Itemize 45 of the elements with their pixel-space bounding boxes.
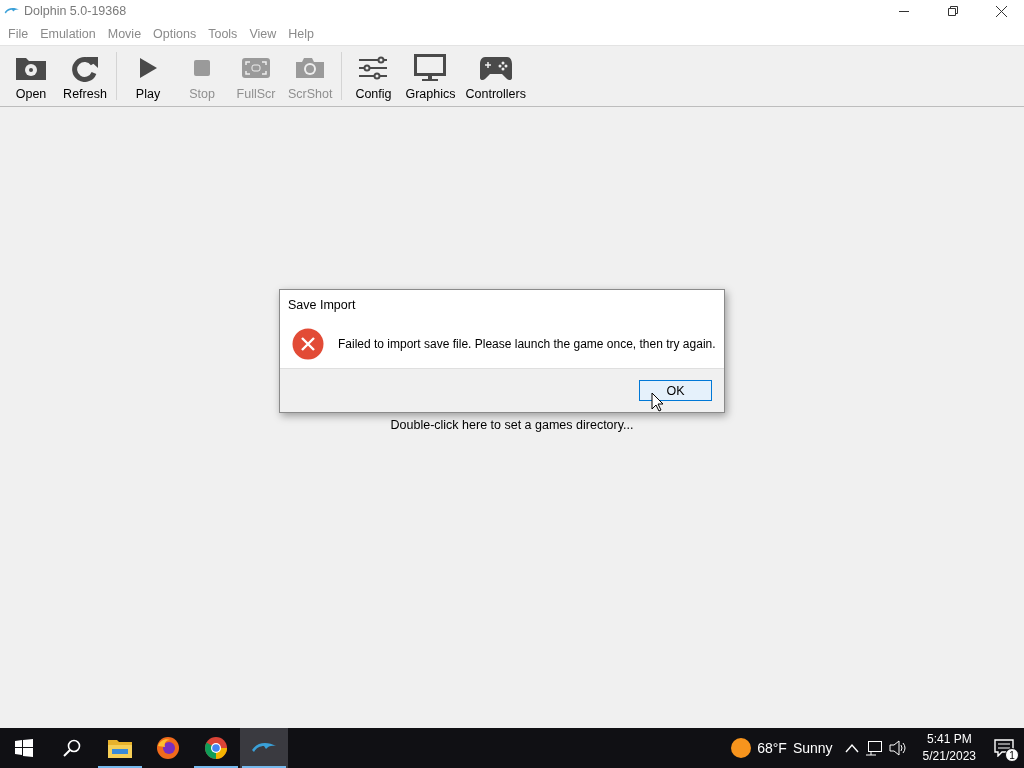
window-title: Dolphin 5.0-19368	[24, 4, 127, 18]
menu-item[interactable]: Tools	[202, 26, 244, 41]
weather-condition: Sunny	[792, 740, 833, 756]
fullscreen-icon	[241, 57, 271, 79]
notifications-button[interactable]: 1	[984, 728, 1024, 768]
close-icon	[996, 5, 1007, 17]
chevron-up-icon[interactable]	[844, 743, 859, 753]
restore-icon	[947, 6, 958, 16]
toolbar-button[interactable]: Config	[346, 46, 401, 106]
network-icon[interactable]	[864, 740, 883, 756]
camera-icon	[295, 57, 326, 79]
windows-logo-icon	[15, 739, 33, 757]
toolbar-button[interactable]: Refresh	[58, 46, 112, 106]
toolbar-button[interactable]: Controllers	[460, 46, 531, 106]
stop-icon	[193, 59, 211, 77]
sliders-icon	[358, 56, 389, 80]
message-icon	[994, 739, 1014, 757]
toolbar-button[interactable]: Open	[4, 46, 58, 106]
menu-item[interactable]: Help	[282, 26, 320, 41]
clock-date[interactable]: 5/21/2023	[922, 748, 976, 765]
menu-item[interactable]: Movie	[101, 26, 148, 41]
gamepad-icon	[478, 55, 513, 81]
menu-item[interactable]: Emulation	[34, 26, 102, 41]
dialog-message: Failed to import save file. Please launch the game once, then try again.	[338, 337, 716, 351]
sun-icon	[731, 738, 752, 758]
error-icon	[292, 328, 324, 360]
monitor-icon	[414, 54, 447, 82]
folder-icon	[108, 738, 132, 758]
game-list-hint[interactable]: Double-click here to set a games directory...	[390, 418, 634, 434]
chrome-logo-icon	[204, 736, 228, 760]
temperature: 68°F	[757, 740, 787, 756]
volume-icon[interactable]	[888, 740, 907, 756]
play-icon	[138, 57, 158, 79]
firefox-logo-icon	[156, 736, 180, 760]
clock-time[interactable]: 5:41 PM	[926, 731, 972, 748]
menu-item[interactable]: Options	[147, 26, 203, 41]
dolphin-icon	[4, 6, 20, 16]
search-icon	[63, 739, 81, 757]
minimize-icon	[898, 10, 909, 12]
ok-button[interactable]: OK	[639, 380, 712, 401]
toolbar-button[interactable]: Graphics	[400, 46, 461, 106]
toolbar-button[interactable]: Play	[121, 46, 175, 106]
refresh-icon	[71, 54, 99, 82]
menu-item[interactable]: View	[243, 26, 283, 41]
dialog-title: Save Import	[288, 298, 356, 312]
